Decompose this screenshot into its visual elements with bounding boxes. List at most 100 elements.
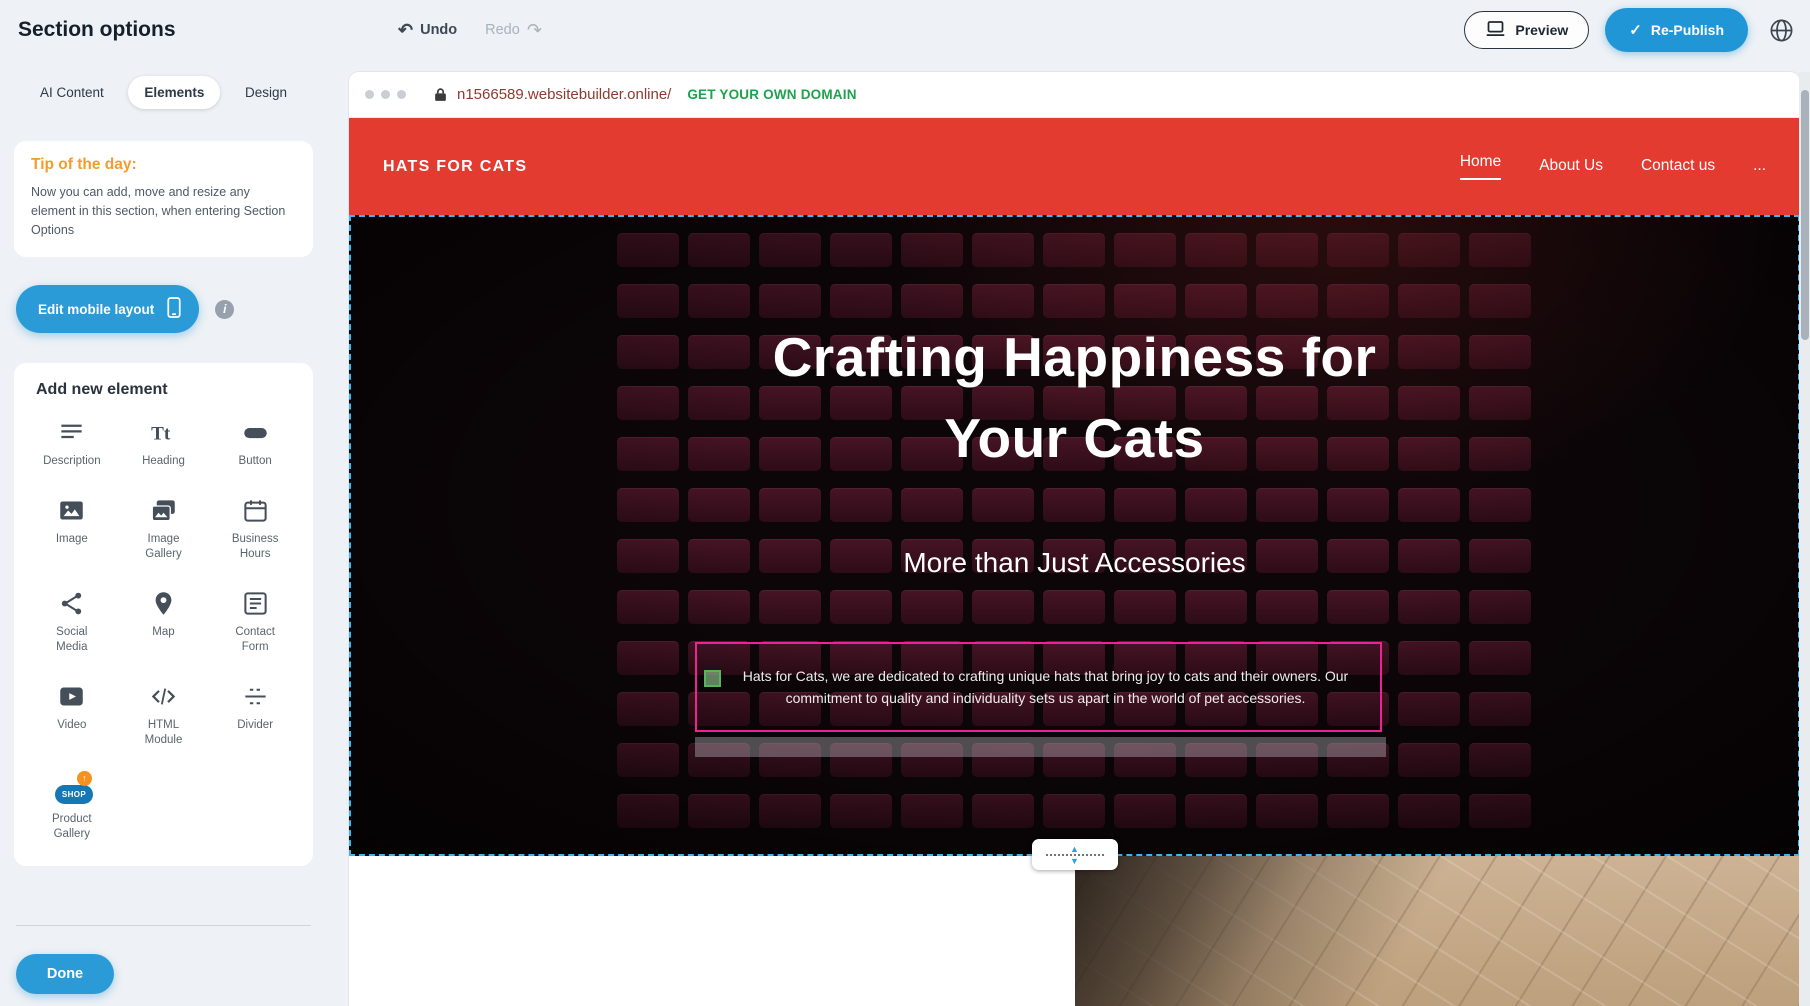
hero-tile bbox=[1469, 284, 1531, 318]
nav-about-us[interactable]: About Us bbox=[1539, 157, 1603, 177]
preview-label: Preview bbox=[1515, 22, 1568, 38]
arrow-up-icon: ▲ bbox=[1070, 845, 1079, 853]
site-header: HATS FOR CATS Home About Us Contact us .… bbox=[349, 118, 1800, 215]
hero-tile bbox=[1114, 488, 1176, 522]
element-heading[interactable]: Tt Heading bbox=[118, 419, 210, 469]
site-url: n1566589.websitebuilder.online/ bbox=[457, 86, 671, 103]
element-video[interactable]: Video bbox=[26, 683, 118, 748]
redo-button[interactable]: Redo ↷ bbox=[485, 21, 542, 39]
description-icon bbox=[58, 419, 85, 446]
redo-label: Redo bbox=[485, 22, 520, 38]
language-globe-icon[interactable] bbox=[1764, 13, 1798, 47]
browser-window: n1566589.websitebuilder.online/ GET YOUR… bbox=[349, 72, 1800, 1006]
element-html-module[interactable]: HTML Module bbox=[118, 683, 210, 748]
hero-tile bbox=[901, 590, 963, 624]
element-product-gallery[interactable]: SHOP ↑ Product Gallery bbox=[26, 776, 118, 842]
heading-icon: Tt bbox=[150, 419, 177, 446]
undo-button[interactable]: ↶ Undo bbox=[398, 21, 457, 39]
business-hours-icon bbox=[242, 497, 269, 524]
video-icon bbox=[58, 683, 85, 710]
element-contact-form[interactable]: Contact Form bbox=[209, 590, 301, 655]
hero-tile bbox=[972, 233, 1034, 267]
hero-tile bbox=[1398, 743, 1460, 777]
element-grid: Description Tt Heading Button Image bbox=[26, 419, 301, 841]
republish-button[interactable]: ✓ Re-Publish bbox=[1605, 8, 1748, 52]
hero-tile bbox=[830, 488, 892, 522]
hero-tile bbox=[1256, 233, 1318, 267]
hero-tile bbox=[1043, 233, 1105, 267]
tab-ai-content[interactable]: AI Content bbox=[24, 76, 120, 109]
hero-tile bbox=[1327, 590, 1389, 624]
image-icon bbox=[58, 497, 85, 524]
nav-home[interactable]: Home bbox=[1460, 153, 1501, 180]
divider-icon bbox=[242, 683, 269, 710]
nav-contact-us[interactable]: Contact us bbox=[1641, 157, 1715, 177]
element-map[interactable]: Map bbox=[118, 590, 210, 655]
hero-tile bbox=[688, 386, 750, 420]
hero-tile bbox=[1398, 335, 1460, 369]
hero-section-selected[interactable]: Crafting Happiness for Your Cats More th… bbox=[349, 215, 1800, 856]
hero-tile bbox=[617, 590, 679, 624]
tip-body: Now you can add, move and resize any ele… bbox=[31, 183, 296, 239]
element-business-hours[interactable]: Business Hours bbox=[209, 497, 301, 562]
site-nav: Home About Us Contact us ... bbox=[1460, 153, 1766, 180]
edit-mobile-layout-button[interactable]: Edit mobile layout bbox=[16, 285, 199, 333]
hero-paragraph-text: Hats for Cats, we are dedicated to craft… bbox=[727, 665, 1364, 709]
site-logo[interactable]: HATS FOR CATS bbox=[383, 158, 527, 176]
republish-label: Re-Publish bbox=[1651, 22, 1724, 38]
element-social-media[interactable]: Social Media bbox=[26, 590, 118, 655]
window-dot bbox=[397, 90, 406, 99]
section-resize-handle[interactable]: ▲ ▼ bbox=[1032, 839, 1118, 870]
hero-tile bbox=[972, 488, 1034, 522]
window-dot bbox=[365, 90, 374, 99]
info-icon[interactable]: i bbox=[215, 300, 234, 319]
hero-tile bbox=[972, 284, 1034, 318]
get-domain-link[interactable]: GET YOUR OWN DOMAIN bbox=[687, 87, 856, 102]
window-controls bbox=[365, 90, 406, 99]
hero-tile bbox=[830, 590, 892, 624]
hero-tile bbox=[1469, 335, 1531, 369]
hero-heading[interactable]: Crafting Happiness for Your Cats bbox=[745, 317, 1405, 479]
hero-tile bbox=[617, 386, 679, 420]
hero-tile bbox=[1114, 284, 1176, 318]
hero-tile bbox=[1469, 386, 1531, 420]
next-section[interactable] bbox=[349, 856, 1800, 1006]
hero-tile bbox=[688, 284, 750, 318]
hero-tile bbox=[617, 794, 679, 828]
hero-tile bbox=[901, 284, 963, 318]
drag-handle[interactable] bbox=[704, 670, 721, 687]
hero-tile bbox=[972, 794, 1034, 828]
tab-elements[interactable]: Elements bbox=[128, 76, 220, 109]
element-placeholder-bar bbox=[695, 737, 1386, 757]
nav-more-icon[interactable]: ... bbox=[1753, 157, 1766, 177]
hero-tile bbox=[1185, 284, 1247, 318]
hero-tile bbox=[1398, 590, 1460, 624]
hero-paragraph-selected[interactable]: Hats for Cats, we are dedicated to craft… bbox=[695, 642, 1382, 732]
element-image-gallery[interactable]: Image Gallery bbox=[118, 497, 210, 562]
product-gallery-icon: SHOP ↑ bbox=[53, 776, 91, 804]
undo-redo-group: ↶ Undo Redo ↷ bbox=[398, 0, 542, 60]
scrollbar-thumb[interactable] bbox=[1801, 90, 1809, 340]
hero-subheading[interactable]: More than Just Accessories bbox=[351, 547, 1798, 579]
hero-tile bbox=[617, 284, 679, 318]
hero-tile bbox=[759, 590, 821, 624]
undo-label: Undo bbox=[420, 22, 457, 38]
hero-tile bbox=[1469, 590, 1531, 624]
element-button[interactable]: Button bbox=[209, 419, 301, 469]
element-description[interactable]: Description bbox=[26, 419, 118, 469]
hero-tile bbox=[617, 437, 679, 471]
tab-design[interactable]: Design bbox=[229, 76, 303, 109]
preview-button[interactable]: Preview bbox=[1464, 11, 1589, 49]
hero-tile bbox=[1185, 794, 1247, 828]
check-icon: ✓ bbox=[1629, 21, 1642, 39]
hero-tile bbox=[1398, 284, 1460, 318]
hero-tile bbox=[1043, 590, 1105, 624]
add-element-title: Add new element bbox=[36, 381, 301, 399]
done-button[interactable]: Done bbox=[16, 954, 114, 994]
tip-title: Tip of the day: bbox=[31, 156, 296, 174]
hero-tile bbox=[1256, 794, 1318, 828]
element-divider[interactable]: Divider bbox=[209, 683, 301, 748]
hero-tile bbox=[688, 794, 750, 828]
element-image[interactable]: Image bbox=[26, 497, 118, 562]
contact-form-icon bbox=[242, 590, 269, 617]
